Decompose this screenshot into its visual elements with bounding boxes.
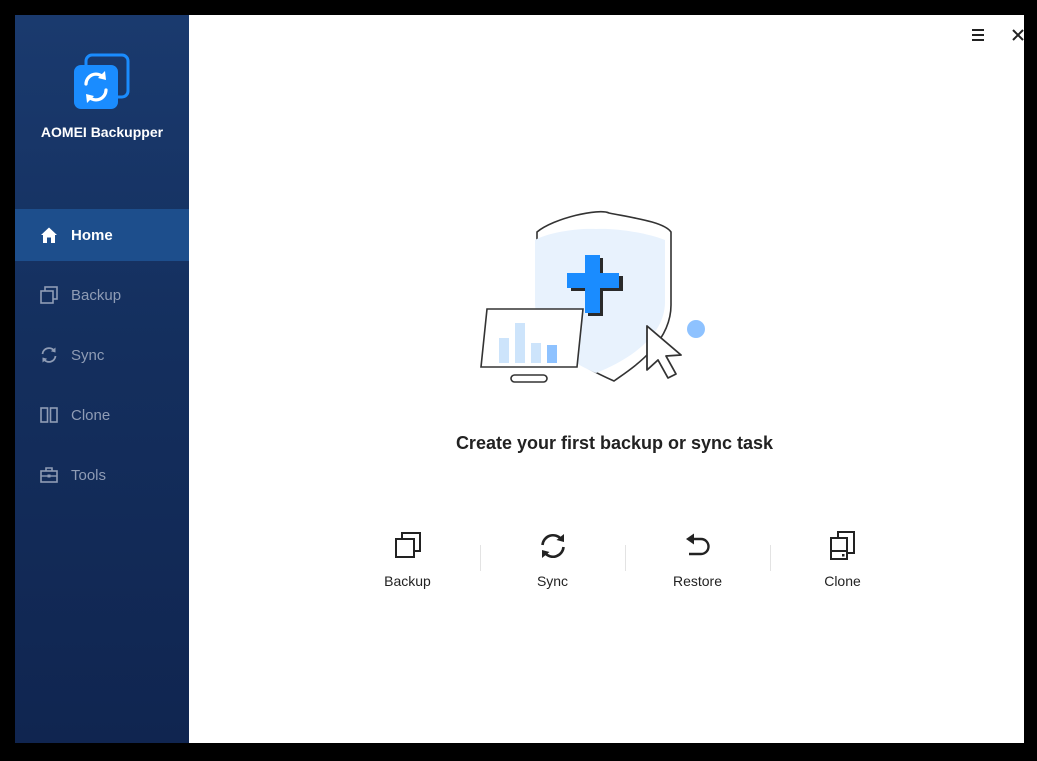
app-window: AOMEI Backupper Home Backup Sync Clone T… — [15, 15, 1024, 743]
restore-icon — [685, 533, 710, 556]
action-label: Backup — [384, 573, 431, 589]
sidebar-item-label: Sync — [71, 346, 105, 364]
sync-icon — [540, 533, 565, 559]
action-label: Restore — [672, 573, 723, 589]
action-label: Sync — [536, 573, 569, 589]
sidebar-item-label: Tools — [71, 466, 107, 484]
quick-actions: Backup Sync Restore Clone — [335, 527, 915, 597]
action-label: Clone — [824, 573, 861, 589]
sidebar-item-tools[interactable]: Tools — [15, 449, 189, 501]
sidebar-item-clone[interactable]: Clone — [15, 389, 189, 441]
close-icon — [1012, 29, 1024, 41]
sidebar-item-label: Backup — [71, 286, 122, 304]
sidebar-item-home[interactable]: Home — [15, 209, 189, 261]
menu-button[interactable] — [969, 26, 987, 44]
divider — [770, 545, 771, 571]
sidebar-item-label: Clone — [71, 406, 111, 424]
restore-button[interactable]: Restore — [625, 527, 770, 597]
sidebar-item-backup[interactable]: Backup — [15, 269, 189, 321]
close-button[interactable] — [1009, 26, 1024, 44]
menu-icon — [972, 29, 984, 41]
page-title: Create your first backup or sync task — [455, 433, 774, 453]
clone-icon — [829, 531, 855, 560]
app-name: AOMEI Backupper — [40, 124, 164, 140]
clone-button[interactable]: Clone — [770, 527, 915, 597]
divider — [625, 545, 626, 571]
clone-icon — [39, 405, 59, 425]
sync-button[interactable]: Sync — [480, 527, 625, 597]
tools-icon — [39, 465, 59, 485]
sidebar-item-sync[interactable]: Sync — [15, 329, 189, 381]
sidebar-item-label: Home — [71, 226, 113, 244]
backup-icon — [394, 532, 421, 558]
sidebar: AOMEI Backupper Home Backup Sync Clone T… — [15, 15, 189, 743]
divider — [480, 545, 481, 571]
sidebar-nav: Home Backup Sync Clone Tools — [15, 209, 189, 509]
hero-illustration — [477, 210, 717, 390]
backup-button[interactable]: Backup — [335, 527, 480, 597]
home-icon — [39, 225, 59, 245]
backup-icon — [39, 285, 59, 305]
sync-icon — [39, 345, 59, 365]
app-logo-icon — [72, 53, 132, 113]
